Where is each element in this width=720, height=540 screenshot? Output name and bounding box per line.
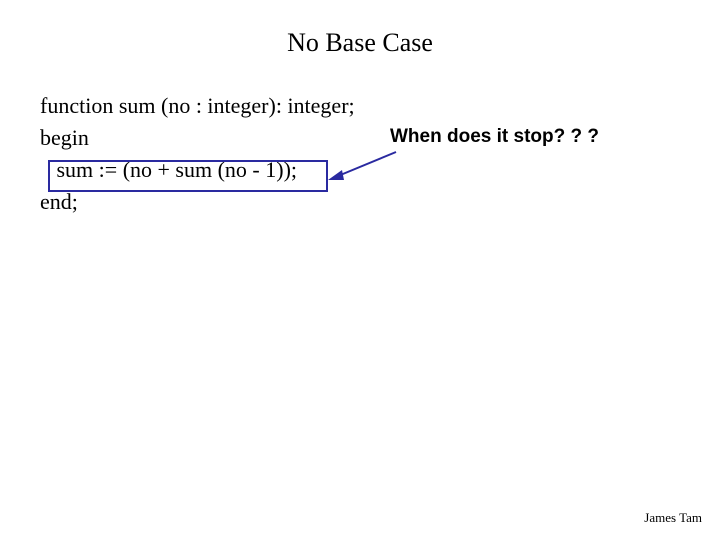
slide-title: No Base Case bbox=[0, 28, 720, 58]
code-line-4: end; bbox=[40, 189, 78, 214]
code-block: function sum (no : integer): integer; be… bbox=[40, 90, 355, 218]
author-footer: James Tam bbox=[644, 510, 702, 526]
annotation-text: When does it stop? ? ? bbox=[390, 126, 599, 148]
arrow-icon bbox=[328, 152, 398, 180]
code-line-2: begin bbox=[40, 125, 89, 150]
highlight-box bbox=[48, 160, 328, 192]
code-line-1: function sum (no : integer): integer; bbox=[40, 93, 355, 118]
